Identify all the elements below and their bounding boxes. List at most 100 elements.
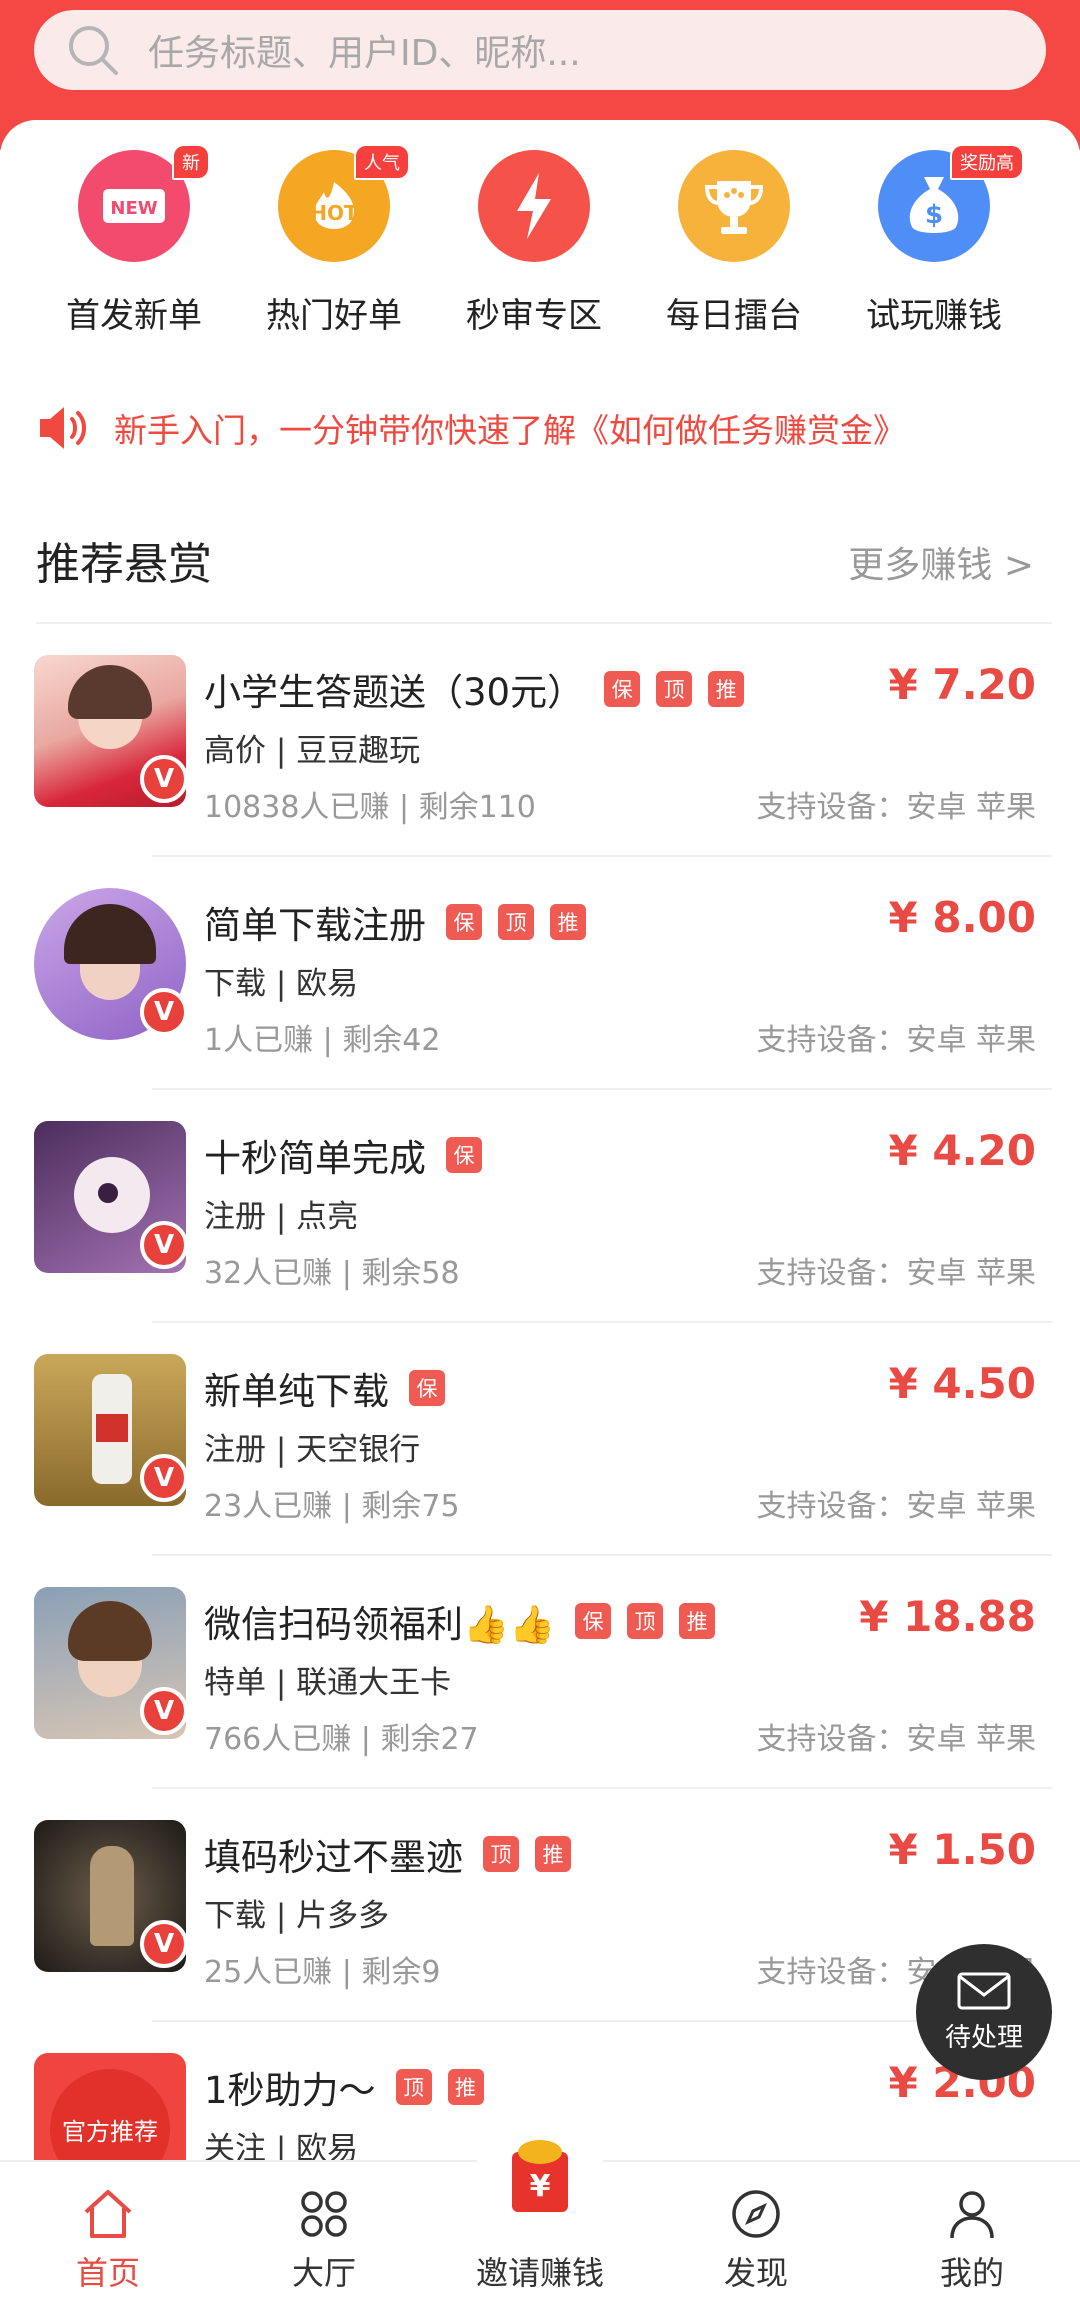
task-stats: 32人已赚 | 剩余58 xyxy=(204,1256,460,1291)
task-tag: 推 xyxy=(447,2069,484,2105)
main-content: NEW 新 首发新单 HOT 人气 热门好单 秒审专区 每日擂台 $ 奖励高 试… xyxy=(0,120,1080,2205)
task-tag: 保 xyxy=(446,904,482,940)
task-tags: 保顶推 xyxy=(604,671,760,707)
home-icon xyxy=(84,2190,132,2238)
section-title: 推荐悬赏 xyxy=(36,539,212,590)
task-item[interactable]: V 新单纯下载保 ¥ 4.50 注册 | 天空银行 23人已赚 | 剩余75 支持设备：安… xyxy=(0,1321,1080,1554)
category-label: 热门好单 xyxy=(266,296,402,336)
verified-badge-icon: V xyxy=(140,1920,188,1968)
tab-label: 邀请赚钱 xyxy=(475,2254,604,2292)
task-device: 支持设备：安卓 苹果 xyxy=(756,790,1036,825)
trophy-icon xyxy=(678,150,790,262)
svg-text:¥: ¥ xyxy=(530,2169,551,2204)
tab-label: 发现 xyxy=(723,2254,788,2292)
task-item[interactable]: V 十秒简单完成保 ¥ 4.20 注册 | 点亮 32人已赚 | 剩余58 支持设备：安卓… xyxy=(0,1088,1080,1321)
task-item[interactable]: V 填码秒过不墨迹顶推 ¥ 1.50 下载 | 片多多 25人已赚 | 剩余9 支持设备：… xyxy=(0,1787,1080,2020)
tab-mine[interactable]: 我的 xyxy=(864,2162,1080,2301)
search-placeholder: 任务标题、用户ID、昵称... xyxy=(148,33,581,74)
task-stats: 25人已赚 | 剩余9 xyxy=(204,1955,441,1990)
task-price: ¥ 8.00 xyxy=(888,893,1036,942)
task-title: 1秒助力～ xyxy=(204,2069,376,2112)
tab-home[interactable]: 首页 xyxy=(0,2162,216,2301)
task-title: 填码秒过不墨迹 xyxy=(204,1836,463,1879)
task-item[interactable]: V 小学生答题送（30元） 保顶推 ¥ 7.20 高价 | 豆豆趣玩 10838人已赚 |… xyxy=(0,622,1080,855)
task-tags: 保 xyxy=(446,1137,498,1173)
category-trial-earn[interactable]: $ 奖励高 试玩赚钱 xyxy=(834,144,1034,337)
divider xyxy=(152,1787,1052,1789)
task-subtitle: 特单 | 联通大王卡 xyxy=(204,1665,452,1701)
category-label: 试玩赚钱 xyxy=(866,296,1002,336)
task-subtitle: 下载 | 欧易 xyxy=(204,966,359,1002)
tab-label: 我的 xyxy=(939,2254,1004,2292)
tab-label: 大厅 xyxy=(291,2254,356,2292)
notice-text: 新手入门，一分钟带你快速了解《如何做任务赚赏金》 xyxy=(114,411,906,450)
verified-badge-icon: V xyxy=(140,1687,188,1735)
verified-badge-icon: V xyxy=(140,755,188,803)
pending-float-button[interactable]: 待处理 xyxy=(916,1944,1052,2080)
task-stats: 23人已赚 | 剩余75 xyxy=(204,1489,460,1524)
speaker-icon xyxy=(40,407,86,449)
task-tag: 保 xyxy=(604,671,641,707)
category-new-orders[interactable]: NEW 新 首发新单 xyxy=(34,144,234,337)
divider xyxy=(152,1321,1052,1323)
category-label: 每日擂台 xyxy=(666,296,802,336)
task-device: 支持设备：安卓 苹果 xyxy=(756,1023,1036,1058)
divider xyxy=(152,1088,1052,1090)
divider xyxy=(152,855,1052,857)
task-item[interactable]: V 简单下载注册保顶推 ¥ 8.00 下载 | 欧易 1人已赚 | 剩余42 支持设备：安… xyxy=(0,855,1080,1088)
task-price: ¥ 4.50 xyxy=(888,1359,1036,1408)
task-tags: 顶推 xyxy=(395,2069,500,2105)
task-subtitle: 高价 | 豆豆趣玩 xyxy=(204,733,421,769)
category-fast-review[interactable]: 秒审专区 xyxy=(434,150,634,337)
verified-badge-icon: V xyxy=(140,988,188,1036)
task-stats: 1人已赚 | 剩余42 xyxy=(204,1023,441,1058)
category-tag: 人气 xyxy=(354,144,410,180)
category-label: 秒审专区 xyxy=(466,296,602,336)
task-tag: 顶 xyxy=(483,1836,519,1872)
task-price: ¥ 7.20 xyxy=(888,660,1036,709)
task-tag: 保 xyxy=(575,1603,612,1639)
pending-label: 待处理 xyxy=(944,2022,1023,2053)
task-tag: 顶 xyxy=(498,904,534,940)
notice-bar[interactable]: 新手入门，一分钟带你快速了解《如何做任务赚赏金》 xyxy=(36,398,906,458)
task-stats: 766人已赚 | 剩余27 xyxy=(204,1722,479,1757)
divider xyxy=(36,622,1052,624)
task-tag: 保 xyxy=(446,1137,482,1173)
task-title: 简单下载注册 xyxy=(204,904,426,947)
task-title: 微信扫码领福利👍👍 xyxy=(204,1603,556,1646)
task-price: ¥ 1.50 xyxy=(888,1825,1036,1874)
task-tag: 保 xyxy=(409,1370,445,1406)
task-tags: 保顶推 xyxy=(575,1603,731,1639)
task-stats: 10838人已赚 | 剩余110 xyxy=(204,790,536,825)
category-label: 首发新单 xyxy=(66,296,202,336)
task-tag: 推 xyxy=(708,671,745,707)
task-device: 支持设备：安卓 苹果 xyxy=(756,1722,1036,1757)
invite-envelope-icon[interactable]: ¥ xyxy=(498,2134,582,2218)
task-tag: 顶 xyxy=(656,671,693,707)
task-item[interactable]: V 微信扫码领福利👍👍 保顶推 ¥ 18.88 特单 | 联通大王卡 766人已赚 | 剩… xyxy=(0,1554,1080,1787)
tab-hall[interactable]: 大厅 xyxy=(216,2162,432,2301)
task-tags: 保顶推 xyxy=(446,904,602,940)
category-hot-orders[interactable]: HOT 人气 热门好单 xyxy=(234,144,434,337)
task-tags: 顶推 xyxy=(483,1836,587,1872)
category-row: NEW 新 首发新单 HOT 人气 热门好单 秒审专区 每日擂台 $ 奖励高 试… xyxy=(0,144,1080,340)
compass-icon xyxy=(732,2190,780,2238)
verified-badge-icon: V xyxy=(140,1454,188,1502)
user-icon xyxy=(950,2191,994,2239)
task-tag: 顶 xyxy=(395,2069,432,2105)
more-link[interactable]: 更多赚钱 > xyxy=(848,536,1034,588)
task-title: 小学生答题送（30元） xyxy=(204,671,585,714)
money-bag-icon: $ 奖励高 xyxy=(878,144,1024,262)
grid-icon xyxy=(301,2191,347,2237)
category-tag: 新 xyxy=(172,144,210,180)
svg-text:$: $ xyxy=(925,200,943,230)
svg-text:NEW: NEW xyxy=(110,198,157,219)
task-tag: 推 xyxy=(679,1603,716,1639)
task-tags: 保 xyxy=(409,1370,461,1406)
search-icon xyxy=(69,26,118,75)
task-subtitle: 下载 | 片多多 xyxy=(204,1898,390,1934)
category-daily-arena[interactable]: 每日擂台 xyxy=(634,150,834,337)
task-device: 支持设备：安卓 苹果 xyxy=(756,1256,1036,1291)
search-input[interactable]: 任务标题、用户ID、昵称... xyxy=(34,10,1046,90)
tab-discover[interactable]: 发现 xyxy=(648,2162,864,2301)
